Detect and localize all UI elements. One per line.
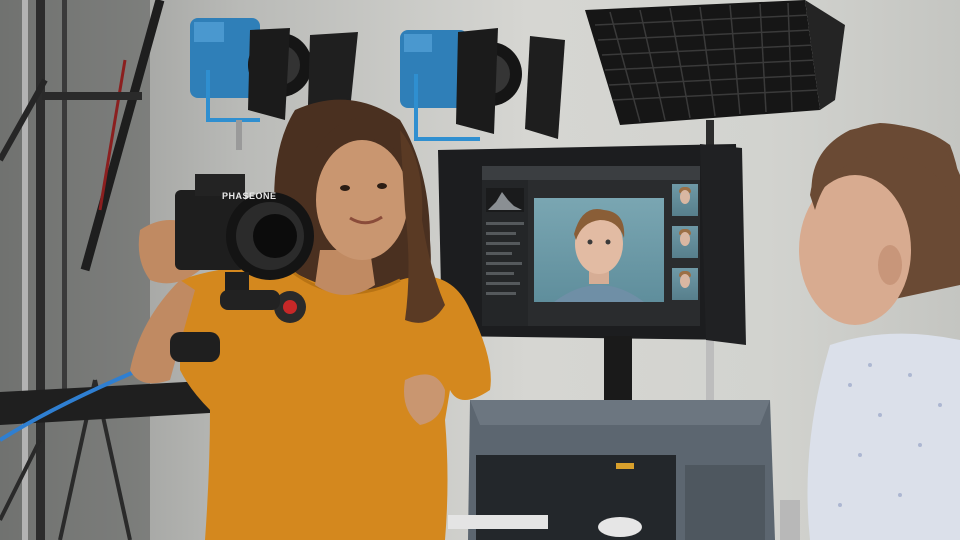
thumbnail [672,226,698,258]
camera [170,174,314,362]
photo-studio-scene: PHASEONE [0,0,960,540]
camera-brand-label: PHASEONE [222,191,277,201]
thumbnail [672,184,698,216]
app-toolbar [482,166,700,180]
thumbnail-strip [672,184,698,310]
monitor-screen [482,166,700,326]
subject-person [799,123,960,540]
portrait-preview [534,198,664,302]
camera-icon [170,174,314,362]
thumbnail [672,268,698,300]
